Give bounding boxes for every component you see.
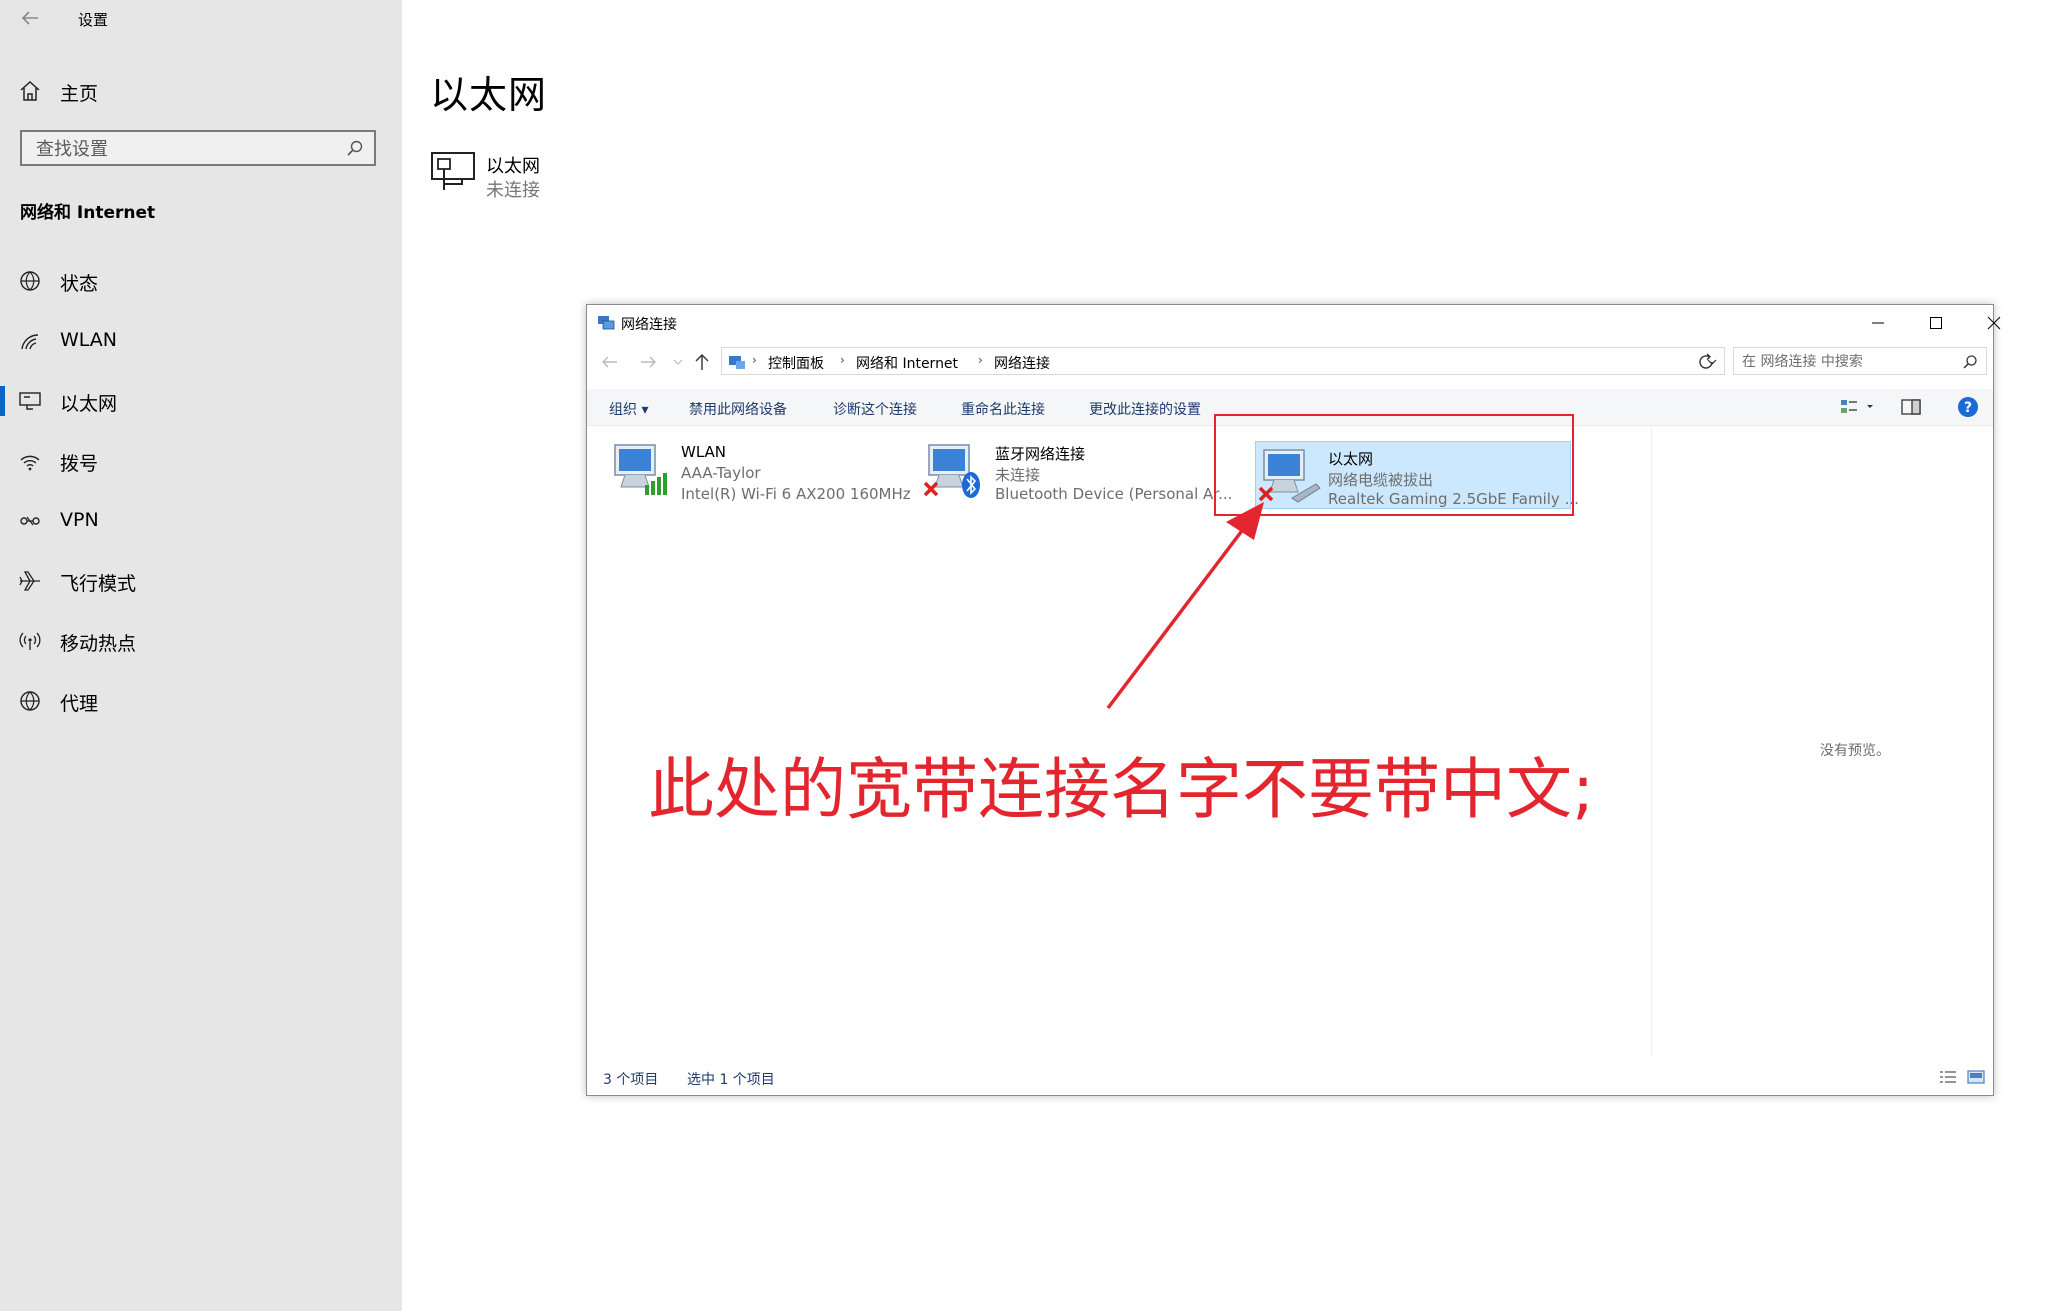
connection-item-wlan[interactable]: WLAN AAA-Taylor Intel(R) Wi-Fi 6 AX200 1… [599, 437, 911, 505]
maximize-button[interactable] [1907, 305, 1965, 341]
sidebar-item-vpn[interactable]: VPN [0, 498, 402, 544]
sidebar-item-home[interactable]: 主页 [0, 68, 402, 114]
airplane-icon [19, 571, 40, 591]
breadcrumb-separator[interactable]: › [752, 353, 757, 367]
connection-status: 未连接 [995, 466, 1041, 484]
preview-pane-icon[interactable] [1901, 398, 1921, 416]
address-bar[interactable]: › 控制面板 › 网络和 Internet › 网络连接 [721, 347, 1725, 375]
app-title: 设置 [78, 11, 109, 29]
large-icons-view-icon[interactable] [1967, 1070, 1985, 1084]
hotspot-icon [19, 632, 41, 650]
connection-device: Intel(R) Wi-Fi 6 AX200 160MHz [681, 485, 911, 503]
sidebar-section-title: 网络和 Internet [20, 203, 156, 223]
wifi-icon [21, 334, 39, 350]
annotation-arrow-icon [1106, 502, 1264, 710]
dialup-icon [20, 455, 40, 471]
minimize-icon [1872, 322, 1884, 324]
explorer-search-box[interactable] [1733, 347, 1987, 376]
preview-text: 没有预览。 [1820, 743, 1890, 759]
search-icon[interactable] [346, 139, 364, 157]
sidebar-item-hotspot[interactable]: 移动热点 [0, 618, 402, 664]
rename-button[interactable]: 重命名此连接 [961, 399, 1045, 419]
close-icon [1987, 316, 2001, 330]
globe-status-icon [20, 271, 40, 291]
connection-status: AAA-Taylor [681, 464, 761, 482]
explorer-search-input[interactable] [1734, 348, 1964, 376]
disable-device-button[interactable]: 禁用此网络设备 [689, 399, 787, 419]
settings-search-input[interactable] [22, 132, 348, 166]
globe-proxy-icon [20, 691, 40, 711]
breadcrumb-separator[interactable]: › [840, 353, 845, 367]
diagnose-button[interactable]: 诊断这个连接 [833, 399, 917, 419]
sidebar-item-label: 拨号 [60, 453, 99, 475]
bluetooth-adapter-icon [923, 444, 980, 498]
sidebar-item-airplane[interactable]: 飞行模式 [0, 558, 402, 604]
maximize-icon [1930, 317, 1942, 329]
ethernet-name[interactable]: 以太网 [486, 152, 540, 178]
recent-chevron-down-icon[interactable] [667, 351, 689, 373]
sidebar-item-label: 状态 [60, 273, 99, 295]
refresh-icon[interactable] [1695, 351, 1717, 373]
back-arrow-icon[interactable] [18, 6, 42, 30]
sidebar-item-status[interactable]: 状态 [0, 258, 402, 304]
sidebar-item-label: 移动热点 [60, 633, 137, 655]
sidebar-item-dialup[interactable]: 拨号 [0, 438, 402, 484]
annotation-text: 此处的宽带连接名字不要带中文; [648, 751, 1595, 828]
sidebar-item-label: 代理 [60, 693, 99, 715]
settings-search-box[interactable] [20, 130, 376, 166]
selected-count: 选中 1 个项目 [687, 1072, 775, 1088]
up-arrow-icon[interactable] [691, 351, 713, 373]
organize-button[interactable]: 组织 ▾ [609, 399, 648, 419]
wireless-adapter-icon [614, 444, 667, 495]
sidebar-item-wlan[interactable]: WLAN [0, 318, 402, 364]
breadcrumb-item[interactable]: 控制面板 [768, 353, 824, 373]
item-count: 3 个项目 [603, 1072, 659, 1088]
address-row: › 控制面板 › 网络和 Internet › 网络连接 [587, 347, 1993, 377]
window-title: 网络连接 [621, 317, 677, 333]
control-panel-icon [729, 356, 745, 369]
settings-sidebar: 设置 主页 网络和 Internet 状态 WLAN 以太网 [0, 0, 402, 1311]
forward-arrow-icon[interactable] [637, 351, 659, 373]
search-icon[interactable] [1962, 354, 1978, 370]
back-arrow-icon[interactable] [599, 351, 621, 373]
window-titlebar[interactable]: 网络连接 [587, 305, 2001, 341]
sidebar-item-ethernet[interactable]: 以太网 [0, 378, 402, 424]
network-folder-icon [598, 316, 615, 330]
view-options-icon[interactable] [1839, 397, 1877, 417]
home-icon [20, 80, 40, 101]
ethernet-status: 未连接 [486, 180, 540, 201]
preview-pane: 没有预览。 [1651, 427, 1994, 1057]
connection-name: 蓝牙网络连接 [995, 445, 1086, 463]
breadcrumb-item[interactable]: 网络和 Internet [856, 353, 958, 373]
close-button[interactable] [1965, 305, 2023, 341]
sidebar-item-proxy[interactable]: 代理 [0, 678, 402, 724]
sidebar-item-label: 主页 [60, 83, 99, 105]
vpn-icon [20, 516, 40, 526]
change-settings-button[interactable]: 更改此连接的设置 [1089, 399, 1201, 419]
help-icon[interactable]: ? [1957, 396, 1979, 418]
sidebar-item-label: 以太网 [60, 393, 118, 415]
sidebar-item-label: WLAN [60, 329, 118, 351]
breadcrumb-item[interactable]: 网络连接 [994, 353, 1050, 373]
status-bar: 3 个项目 选中 1 个项目 [587, 1061, 1993, 1093]
details-view-icon[interactable] [1939, 1070, 1957, 1084]
connection-name: WLAN [681, 443, 727, 461]
ethernet-icon[interactable] [430, 150, 476, 192]
ethernet-icon [19, 392, 41, 410]
svg-text:?: ? [1964, 400, 1972, 416]
sidebar-item-label: VPN [60, 509, 99, 531]
breadcrumb-separator[interactable]: › [978, 353, 983, 367]
minimize-button[interactable] [1849, 305, 1907, 341]
page-title: 以太网 [430, 73, 548, 117]
connection-item-bluetooth[interactable]: 蓝牙网络连接 未连接 Bluetooth Device (Personal Ar… [913, 437, 1232, 505]
sidebar-item-label: 飞行模式 [60, 573, 137, 595]
